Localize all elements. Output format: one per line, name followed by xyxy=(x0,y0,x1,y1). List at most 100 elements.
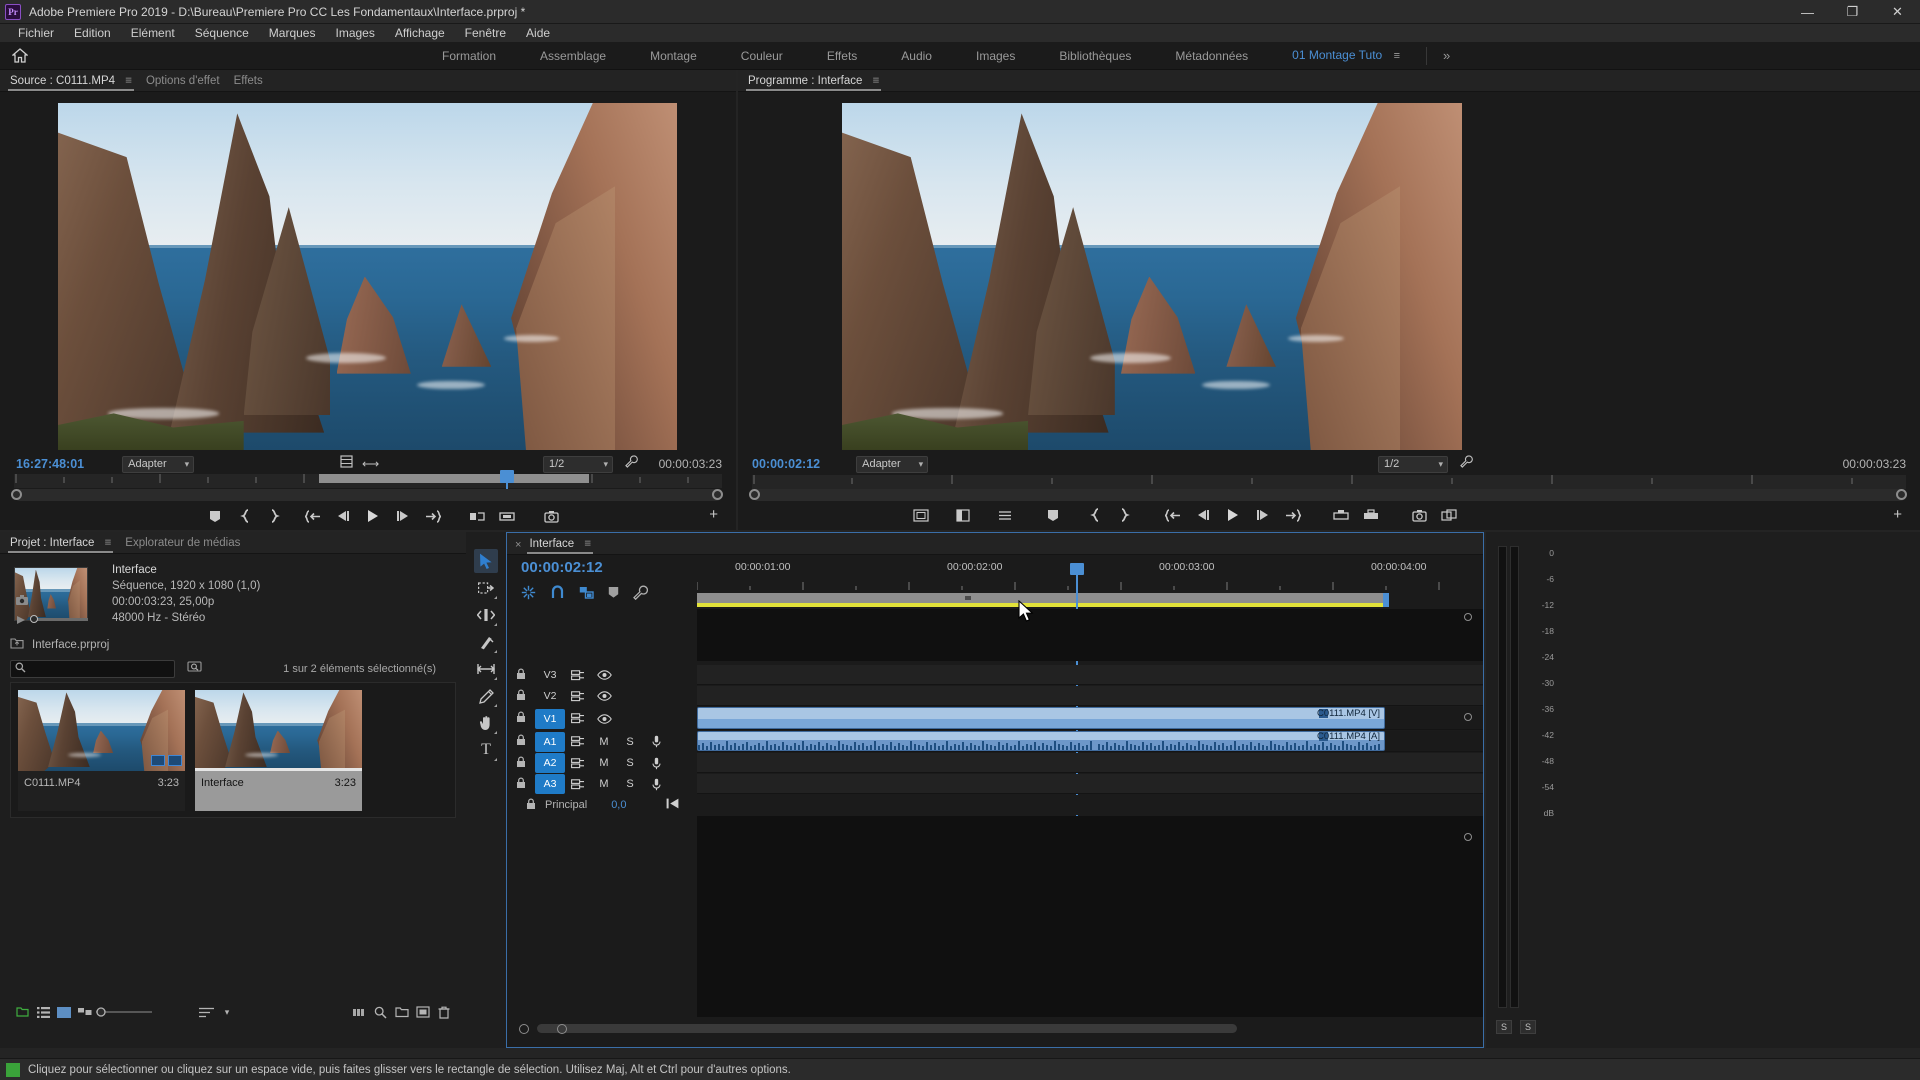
track-sync-icon[interactable] xyxy=(565,713,591,724)
hand-tool[interactable] xyxy=(474,711,498,735)
lock-icon[interactable] xyxy=(507,756,535,771)
timeline-hscroll-handle-left[interactable] xyxy=(519,1024,529,1034)
extract-icon[interactable] xyxy=(1356,502,1386,528)
track-select-forward-tool[interactable] xyxy=(474,576,498,600)
mute-button-a1[interactable]: M xyxy=(591,736,617,748)
step-forward-icon[interactable] xyxy=(388,503,418,529)
menu-sequence[interactable]: Séquence xyxy=(185,24,259,42)
timeline-playhead-time[interactable]: 00:00:02:12 xyxy=(521,559,603,576)
program-fit-select[interactable]: Adapter xyxy=(856,455,929,473)
microphone-icon[interactable] xyxy=(643,735,669,748)
minimize-button[interactable]: — xyxy=(1785,0,1830,24)
add-marker-icon[interactable] xyxy=(200,503,230,529)
track-header-a1[interactable]: A1 M S xyxy=(507,731,697,752)
solo-button-a3[interactable]: S xyxy=(617,778,643,790)
freeform-view-icon[interactable] xyxy=(75,1002,96,1022)
workspace-tab-formation[interactable]: Formation xyxy=(420,42,518,70)
linked-selection-icon[interactable] xyxy=(579,585,594,605)
sequence-settings-icon[interactable] xyxy=(521,585,536,605)
workspace-tab-bibliotheques[interactable]: Bibliothèques xyxy=(1037,42,1153,70)
source-monitor-video[interactable] xyxy=(58,103,677,450)
eye-icon[interactable] xyxy=(591,670,617,680)
program-zoom-scrollbar[interactable] xyxy=(752,489,1906,501)
safe-margins-icon[interactable] xyxy=(906,502,936,528)
razor-tool[interactable] xyxy=(474,630,498,654)
close-icon[interactable]: × xyxy=(515,539,521,554)
menu-aide[interactable]: Aide xyxy=(516,24,560,42)
program-current-time[interactable]: 00:00:02:12 xyxy=(752,457,820,471)
program-zoom-select[interactable]: 1/2 xyxy=(1378,455,1448,473)
tab-program-monitor[interactable]: Programme : Interface ≡ xyxy=(746,75,891,91)
list-item[interactable]: C0111.MP4 3:23 xyxy=(18,690,185,811)
workspace-tab-montage-tuto[interactable]: 01 Montage Tuto ≡ xyxy=(1270,41,1422,70)
camera-icon[interactable] xyxy=(1404,502,1434,528)
timeline-below-tracks[interactable] xyxy=(697,816,1483,1017)
track-lane-a1[interactable]: C0111.MP4 [A] xyxy=(697,731,1483,752)
timeline-ruler[interactable]: 00:00:01:00 00:00:02:00 00:00:03:00 00:0… xyxy=(697,561,1475,581)
comparison-view-icon[interactable] xyxy=(1434,502,1464,528)
home-icon[interactable] xyxy=(0,42,40,70)
automate-sequence-icon[interactable] xyxy=(349,1002,370,1022)
go-to-in-icon[interactable] xyxy=(298,503,328,529)
lock-icon[interactable] xyxy=(507,711,535,726)
type-tool[interactable]: T xyxy=(474,738,498,762)
timeline-zoom-handle-top[interactable] xyxy=(1464,613,1472,621)
selection-tool[interactable] xyxy=(474,549,498,573)
delete-icon[interactable] xyxy=(433,1002,454,1022)
source-zoom-select[interactable]: 1/2 xyxy=(543,455,613,473)
timeline-vscroll-handle-bottom[interactable] xyxy=(1464,833,1472,841)
source-zoom-handle-right[interactable] xyxy=(712,489,723,500)
pen-tool[interactable] xyxy=(474,684,498,708)
step-back-icon[interactable] xyxy=(328,503,358,529)
program-scrub-ruler[interactable] xyxy=(752,475,1906,489)
mute-button-a3[interactable]: M xyxy=(591,778,617,790)
project-bin-row[interactable]: Interface.prproj xyxy=(10,637,109,652)
track-header-a3[interactable]: A3 M S xyxy=(507,774,697,794)
overwrite-icon[interactable] xyxy=(492,503,522,529)
track-header-master[interactable]: Principal 0,0 xyxy=(507,795,697,815)
timeline-work-area-bar[interactable] xyxy=(697,593,1385,603)
camera-icon[interactable] xyxy=(16,592,28,610)
menu-element[interactable]: Elément xyxy=(121,24,185,42)
menu-edition[interactable]: Edition xyxy=(64,24,121,42)
source-current-time[interactable]: 16:27:48:01 xyxy=(16,457,84,471)
list-view-icon[interactable] xyxy=(33,1002,54,1022)
source-scrub-ruler[interactable] xyxy=(14,474,722,488)
hamburger-menu-icon[interactable]: ≡ xyxy=(584,538,591,550)
tab-timeline-interface[interactable]: Interface ≡ xyxy=(527,538,603,554)
program-button-editor[interactable]: + xyxy=(1893,506,1902,523)
solo-button-right[interactable]: S xyxy=(1520,1020,1536,1034)
export-frame-icon[interactable] xyxy=(536,503,566,529)
timeline-hscrollbar[interactable] xyxy=(537,1024,1237,1033)
track-name-v2[interactable]: V2 xyxy=(535,686,565,706)
track-header-v2[interactable]: V2 xyxy=(507,686,697,706)
new-bin-icon[interactable] xyxy=(391,1002,412,1022)
hamburger-menu-icon[interactable]: ≡ xyxy=(105,537,112,549)
track-lane-a3[interactable] xyxy=(697,774,1483,794)
timeline-clip-audio[interactable]: C0111.MP4 [A] xyxy=(697,731,1385,751)
zoom-slider-icon[interactable] xyxy=(95,1002,152,1022)
workspace-tab-effets[interactable]: Effets xyxy=(805,42,879,70)
workspace-tab-audio[interactable]: Audio xyxy=(879,42,954,70)
source-inout-range[interactable] xyxy=(319,474,589,483)
lock-icon[interactable] xyxy=(507,777,535,792)
output-mode-icon[interactable] xyxy=(948,502,978,528)
hamburger-menu-icon[interactable]: ≡ xyxy=(873,75,880,87)
workspace-tab-couleur[interactable]: Couleur xyxy=(719,42,805,70)
mark-in-icon[interactable] xyxy=(230,503,260,529)
track-name-v1[interactable]: V1 xyxy=(535,708,565,729)
track-lane-v2[interactable] xyxy=(697,686,1483,706)
track-sync-icon[interactable] xyxy=(565,669,591,681)
master-meter-icon[interactable] xyxy=(666,796,679,814)
play-icon[interactable] xyxy=(1218,502,1248,528)
tab-media-browser[interactable]: Explorateur de médias xyxy=(123,537,252,553)
multicam-icon[interactable] xyxy=(990,502,1020,528)
insert-icon[interactable] xyxy=(462,503,492,529)
workspace-tab-montage[interactable]: Montage xyxy=(628,42,719,70)
workspace-tab-assemblage[interactable]: Assemblage xyxy=(518,42,628,70)
lift-icon[interactable] xyxy=(1326,502,1356,528)
menu-fenetre[interactable]: Fenêtre xyxy=(455,24,516,42)
mute-button-a2[interactable]: M xyxy=(591,757,617,769)
lock-icon[interactable] xyxy=(507,689,535,704)
track-header-v1[interactable]: V1 xyxy=(507,707,697,730)
